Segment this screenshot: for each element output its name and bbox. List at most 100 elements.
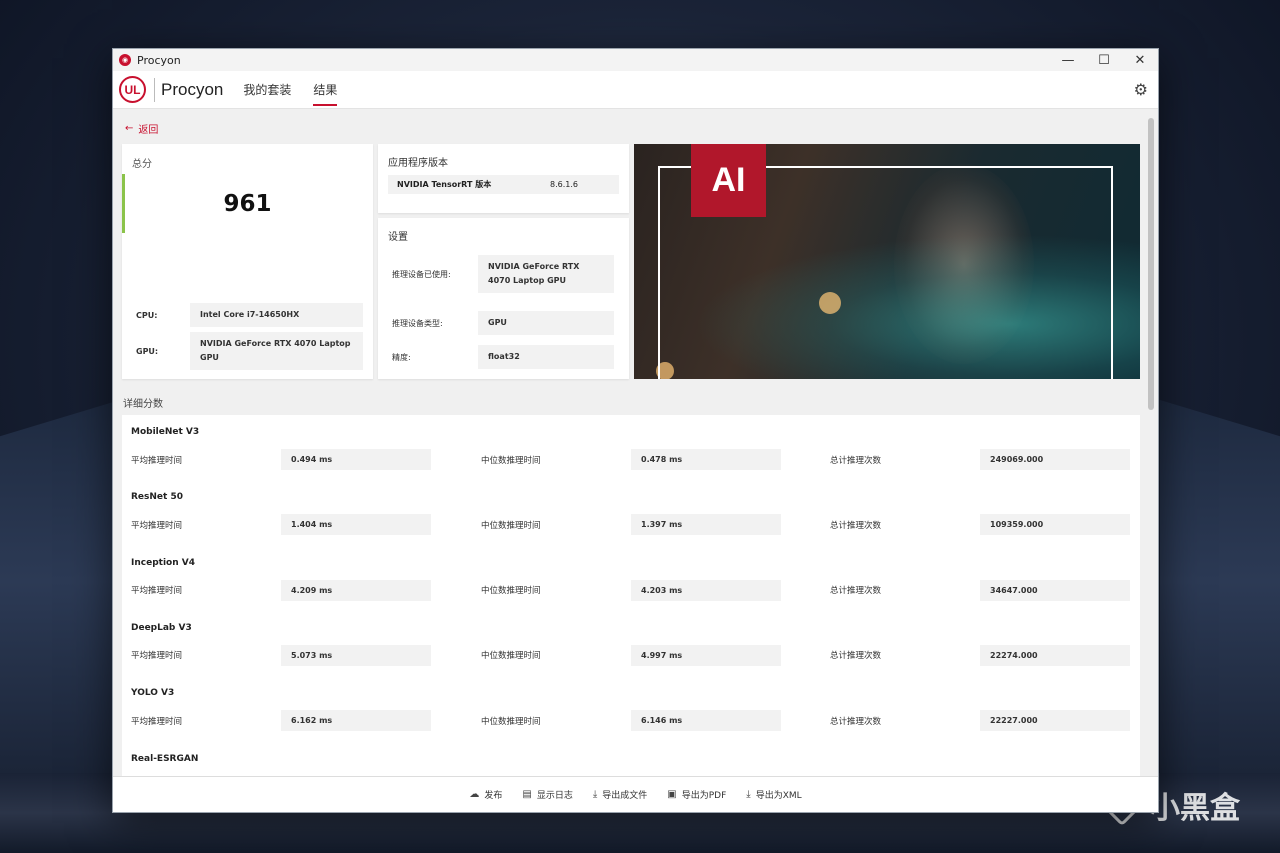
tab-results[interactable]: 结果 [313, 71, 338, 109]
metric-value: 1.397 ms [631, 514, 781, 536]
detailed-scores-title: 详细分数 [123, 399, 163, 410]
scrollbar-thumb[interactable] [1148, 118, 1154, 410]
model-row: DeepLab V3 平均推理时间 5.073 ms 中位数推理时间 4.997 ms 总… [131, 611, 1131, 671]
publish-button[interactable]: ☁ 发布 [469, 788, 502, 801]
cloud-upload-icon: ☁ [469, 789, 480, 800]
metric-label: 平均推理时间 [131, 651, 183, 662]
metric-avg: 平均推理时间 0.494 ms [131, 449, 431, 470]
gpu-label: GPU: [136, 346, 159, 356]
download-icon: ⤓ [746, 789, 751, 800]
document-icon: ▤ [522, 789, 532, 800]
settings-label: 推理设备类型: [392, 318, 443, 328]
metric-value: 4.209 ms [281, 579, 431, 601]
watermark-text: 小黑盒 [1150, 791, 1240, 826]
show-log-button[interactable]: ▤ 显示日志 [522, 788, 572, 801]
title-bar[interactable]: ◉ Procyon — ☐ ✕ [113, 49, 1158, 71]
metric-total: 总计推理次数 249069.000 [830, 449, 1130, 470]
app-header: UL Procyon 我的套装 结果 ⚙ [113, 71, 1158, 109]
metric-median: 中位数推理时间 4.997 ms [481, 644, 781, 666]
export-pdf-label: 导出为PDF [681, 791, 727, 801]
model-name: ResNet 50 [131, 492, 183, 503]
total-score-card: 总分 961 CPU: Intel Core i7-14650HX GPU: N… [122, 144, 373, 379]
metric-label: 平均推理时间 [131, 520, 183, 531]
window-controls: — ☐ ✕ [1050, 49, 1158, 71]
metric-median: 中位数推理时间 1.397 ms [481, 514, 781, 536]
close-button[interactable]: ✕ [1122, 49, 1158, 71]
gear-icon[interactable]: ⚙ [1134, 80, 1148, 99]
metric-total: 总计推理次数 22227.000 [830, 710, 1130, 732]
metric-value: 22274.000 [980, 644, 1130, 666]
metric-total: 总计推理次数 109359.000 [830, 514, 1130, 536]
metric-median: 中位数推理时间 6.146 ms [481, 710, 781, 732]
export-xml-label: 导出为XML [755, 791, 802, 801]
publish-label: 发布 [484, 791, 503, 801]
metric-total: 总计推理次数 22274.000 [830, 644, 1130, 666]
cpu-value: Intel Core i7-14650HX [190, 303, 363, 327]
model-name: Inception V4 [131, 557, 195, 568]
metric-value: 4.203 ms [631, 579, 781, 601]
metric-value: 6.146 ms [631, 710, 781, 732]
minimize-button[interactable]: — [1050, 49, 1086, 71]
metric-value: 0.494 ms [281, 449, 431, 470]
settings-row-precision: 精度: float32 [392, 345, 614, 369]
tensorrt-version-value: 8.6.1.6 [550, 180, 578, 189]
settings-title: 设置 [388, 232, 408, 243]
metric-label: 总计推理次数 [830, 455, 882, 466]
ai-logo: AI [691, 144, 766, 217]
metric-label: 中位数推理时间 [481, 651, 541, 662]
model-row: Real-ESRGAN [131, 742, 1131, 777]
window-title: Procyon [137, 53, 181, 67]
gpu-row: GPU: NVIDIA GeForce RTX 4070 Laptop GPU [136, 332, 363, 370]
total-score-value: 961 [223, 191, 272, 217]
export-xml-button[interactable]: ⤓ 导出为XML [746, 788, 801, 801]
metric-total: 总计推理次数 34647.000 [830, 579, 1130, 601]
model-name: DeepLab V3 [131, 622, 192, 633]
brand-divider [154, 77, 155, 102]
metric-label: 中位数推理时间 [481, 716, 541, 727]
app-icon: ◉ [119, 54, 131, 66]
metric-label: 平均推理时间 [131, 716, 183, 727]
metric-value: 5.073 ms [281, 644, 431, 666]
metric-label: 总计推理次数 [830, 586, 882, 597]
model-row: MobileNet V3 平均推理时间 0.494 ms 中位数推理时间 0.478 m… [131, 415, 1131, 475]
metric-value: 1.404 ms [281, 514, 431, 536]
export-file-button[interactable]: ⤓ 导出成文件 [593, 788, 647, 801]
export-file-label: 导出成文件 [602, 791, 648, 801]
app-version-card: 应用程序版本 NVIDIA TensorRT 版本 8.6.1.6 [378, 144, 629, 213]
maximize-button[interactable]: ☐ [1086, 49, 1122, 71]
footer-toolbar: ☁ 发布 ▤ 显示日志 ⤓ 导出成文件 ▣ 导出为PDF ⤓ 导出为XML [113, 776, 1158, 812]
metric-label: 平均推理时间 [131, 455, 183, 466]
download-icon: ⤓ [592, 789, 598, 800]
settings-label: 推理设备已使用: [392, 269, 451, 279]
model-row: YOLO V3 平均推理时间 6.162 ms 中位数推理时间 6.146 ms 总计推理… [131, 676, 1131, 736]
metric-label: 中位数推理时间 [481, 586, 541, 597]
ul-logo: UL [119, 76, 146, 103]
settings-value: float32 [478, 345, 614, 369]
vertical-scrollbar[interactable] [1144, 110, 1158, 776]
cpu-label: CPU: [136, 310, 158, 320]
metric-median: 中位数推理时间 0.478 ms [481, 449, 781, 470]
metric-value: 22227.000 [980, 710, 1130, 732]
model-row: Inception V4 平均推理时间 4.209 ms 中位数推理时间 4.203 m… [131, 546, 1131, 606]
metric-label: 中位数推理时间 [481, 520, 541, 531]
tensorrt-version-label: NVIDIA TensorRT 版本 [397, 180, 492, 189]
metric-label: 总计推理次数 [830, 520, 882, 531]
metric-avg: 平均推理时间 5.073 ms [131, 644, 431, 666]
model-name: Real-ESRGAN [131, 753, 199, 764]
settings-card: 设置 推理设备已使用: NVIDIA GeForce RTX 4070 Lapt… [378, 218, 629, 379]
metric-value: 109359.000 [980, 514, 1130, 536]
tensorrt-version-row: NVIDIA TensorRT 版本 8.6.1.6 [388, 175, 619, 194]
metric-label: 中位数推理时间 [481, 455, 541, 466]
metric-value: 0.478 ms [631, 449, 781, 470]
cpu-row: CPU: Intel Core i7-14650HX [136, 303, 363, 327]
settings-value: GPU [478, 311, 614, 335]
back-button[interactable]: ← 返回 [125, 121, 158, 136]
metric-value: 34647.000 [980, 579, 1130, 601]
metric-label: 平均推理时间 [131, 586, 183, 597]
metric-avg: 平均推理时间 1.404 ms [131, 514, 431, 536]
tab-my-suites[interactable]: 我的套装 [243, 71, 291, 109]
export-pdf-button[interactable]: ▣ 导出为PDF [667, 788, 726, 801]
settings-row-device-type: 推理设备类型: GPU [392, 311, 614, 335]
settings-value: NVIDIA GeForce RTX 4070 Laptop GPU [478, 255, 614, 293]
metric-value: 249069.000 [980, 449, 1130, 470]
